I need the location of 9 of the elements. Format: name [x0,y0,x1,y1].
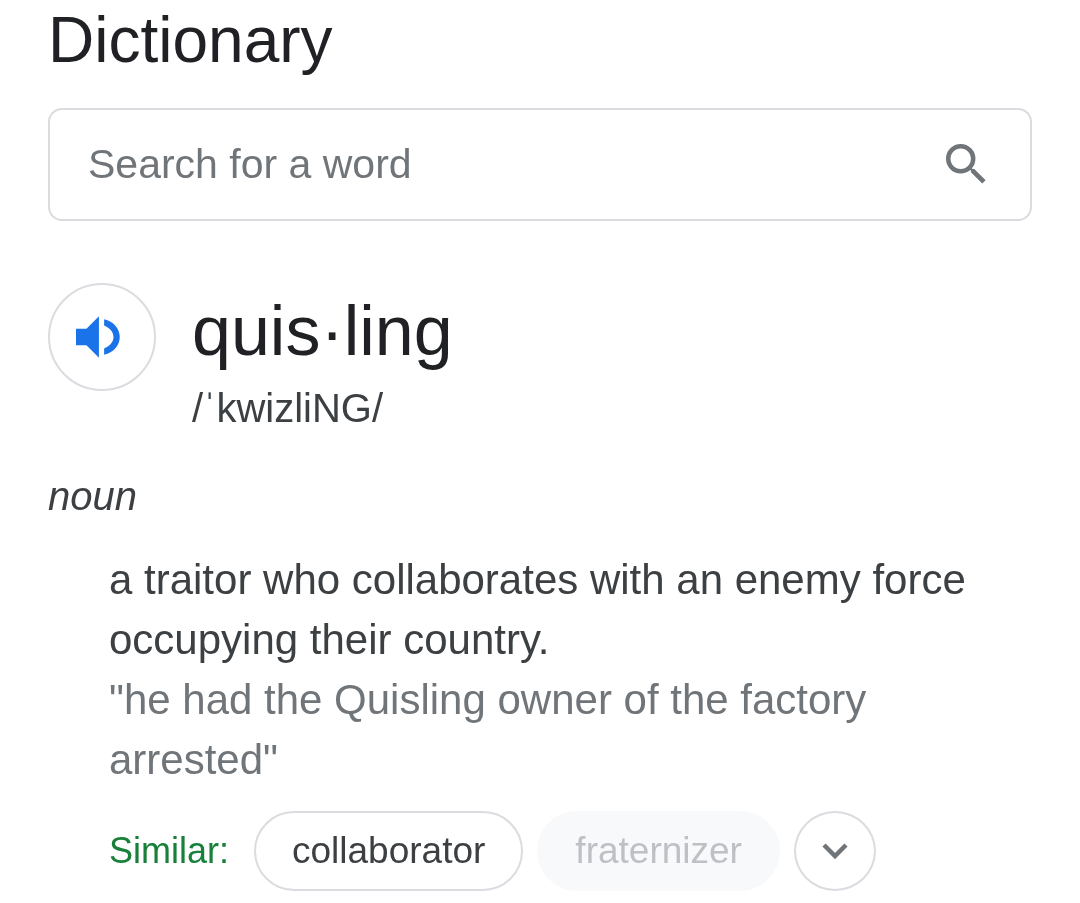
definition-text: a traitor who collaborates with an enemy force occupying their country. [109,555,967,665]
example-sentence: "he had the Quisling owner of the factory arrested" [109,675,868,785]
similar-label: Similar: [109,829,229,873]
pronunciation-text: /ˈkwizliNG/ [192,388,385,428]
chevron-down-icon [820,842,849,860]
part-of-speech: noun [48,476,138,516]
search-field[interactable]: Search for a word [48,108,1032,221]
search-icon[interactable] [946,144,987,185]
synonym-chip[interactable]: collaborator [254,811,524,891]
